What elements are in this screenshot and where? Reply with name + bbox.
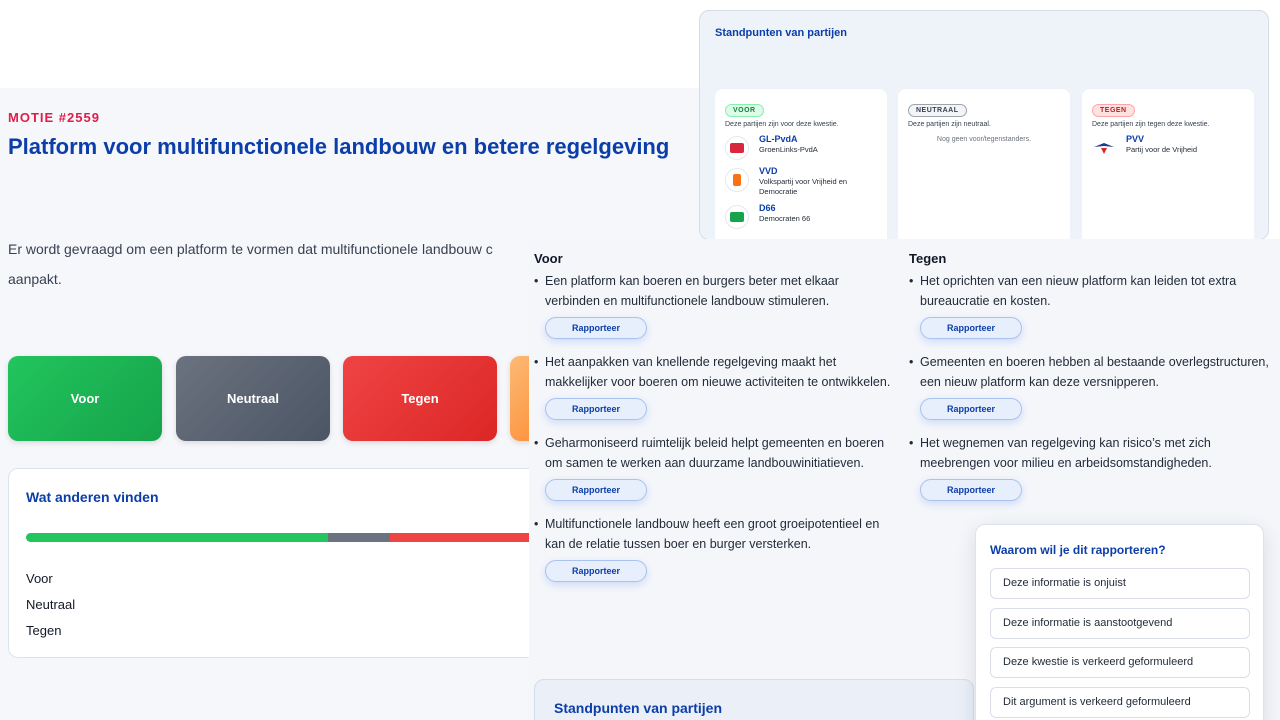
report-option-onjuist[interactable]: Deze informatie is onjuist bbox=[990, 568, 1250, 599]
argument-item: Geharmoniseerd ruimtelijk beleid helpt g… bbox=[534, 434, 894, 501]
argument-item: Multifunctionele landbouw heeft een groo… bbox=[534, 515, 894, 582]
report-reason-popup: Waarom wil je dit rapporteren? Deze info… bbox=[975, 524, 1264, 720]
party-name: D66 bbox=[759, 203, 776, 213]
party-logo-icon bbox=[725, 136, 749, 160]
vote-neutraal-button[interactable]: Neutraal bbox=[176, 356, 330, 441]
party-logo-mark bbox=[733, 174, 741, 186]
report-option-kwestie-verkeerd[interactable]: Deze kwestie is verkeerd geformuleerd bbox=[990, 647, 1250, 678]
parties-panel-title: Standpunten van partijen bbox=[715, 27, 848, 39]
neutraal-description: Deze partijen zijn neutraal. bbox=[908, 121, 991, 128]
others-opinion-card: Wat anderen vinden Voor Neutraal Tegen bbox=[8, 468, 548, 658]
neutraal-badge: NEUTRAAL bbox=[908, 104, 967, 117]
progress-neutraal-segment bbox=[327, 533, 390, 542]
report-option-aanstootgevend[interactable]: Deze informatie is aanstootgevend bbox=[990, 608, 1250, 639]
report-button[interactable]: Rapporteer bbox=[545, 317, 647, 339]
party-name: GL-PvdA bbox=[759, 134, 798, 144]
report-button[interactable]: Rapporteer bbox=[920, 317, 1022, 339]
tegen-badge: TEGEN bbox=[1092, 104, 1135, 117]
legend-voor: Voor bbox=[26, 571, 53, 586]
vote-voor-button[interactable]: Voor bbox=[8, 356, 162, 441]
party-item[interactable]: GL-PvdA GroenLinks-PvdA bbox=[725, 134, 877, 160]
report-option-argument-verkeerd[interactable]: Dit argument is verkeerd geformuleerd bbox=[990, 687, 1250, 718]
party-item[interactable]: D66 Democraten 66 bbox=[725, 203, 877, 229]
arguments-voor-heading: Voor bbox=[534, 251, 563, 266]
party-logo-icon bbox=[1092, 136, 1116, 160]
parties-panel: Standpunten van partijen VOOR Deze parti… bbox=[699, 10, 1269, 240]
argument-item: Het oprichten van een nieuw platform kan… bbox=[909, 272, 1269, 339]
party-full-name: GroenLinks-PvdA bbox=[759, 145, 818, 154]
motion-number: MOTIE #2559 bbox=[8, 110, 100, 125]
parties-neutraal-column: NEUTRAAL Deze partijen zijn neutraal. No… bbox=[898, 89, 1070, 239]
argument-item: Het aanpakken van knellende regelgeving … bbox=[534, 353, 894, 420]
motion-intro: Er wordt gevraagd om een platform te vor… bbox=[8, 241, 493, 287]
party-logo-mark bbox=[730, 143, 744, 153]
party-logo-icon bbox=[725, 168, 749, 192]
report-button[interactable]: Rapporteer bbox=[920, 479, 1022, 501]
parties-tegen-column: TEGEN Deze partijen zijn tegen deze kwes… bbox=[1082, 89, 1254, 239]
argument-text: Gemeenten en boeren hebben al bestaande … bbox=[909, 353, 1269, 392]
voor-badge: VOOR bbox=[725, 104, 764, 117]
motion-title: Platform voor multifunctionele landbouw … bbox=[8, 134, 670, 159]
report-button[interactable]: Rapporteer bbox=[920, 398, 1022, 420]
party-full-name: Volkspartij voor Vrijheid en Democratie bbox=[759, 177, 848, 196]
argument-text: Het oprichten van een nieuw platform kan… bbox=[909, 272, 1269, 311]
argument-item: Een platform kan boeren en burgers beter… bbox=[534, 272, 894, 339]
argument-text: Geharmoniseerd ruimtelijk beleid helpt g… bbox=[534, 434, 894, 473]
report-button[interactable]: Rapporteer bbox=[545, 560, 647, 582]
vote-tegen-button[interactable]: Tegen bbox=[343, 356, 497, 441]
report-button[interactable]: Rapporteer bbox=[545, 479, 647, 501]
party-name: PVV bbox=[1126, 134, 1145, 144]
party-logo-icon bbox=[725, 205, 749, 229]
party-logo-mark bbox=[730, 212, 744, 222]
others-title: Wat anderen vinden bbox=[26, 489, 159, 505]
party-item[interactable]: VVD Volkspartij voor Vrijheid en Democra… bbox=[725, 166, 877, 197]
report-popup-title: Waarom wil je dit rapporteren? bbox=[990, 543, 1166, 557]
argument-item: Het wegnemen van regelgeving kan risico’… bbox=[909, 434, 1269, 501]
argument-text: Een platform kan boeren en burgers beter… bbox=[534, 272, 894, 311]
party-item[interactable]: PVV Partij voor de Vrijheid bbox=[1092, 134, 1244, 160]
arguments-tegen-column: Tegen Het oprichten van een nieuw platfo… bbox=[909, 251, 1269, 515]
opinion-progress-bar bbox=[26, 533, 546, 542]
arguments-voor-column: Voor Een platform kan boeren en burgers … bbox=[534, 251, 894, 596]
legend-tegen: Tegen bbox=[26, 623, 62, 638]
parties-bottom-title: Standpunten van partijen bbox=[554, 700, 723, 716]
voor-description: Deze partijen zijn voor deze kwestie. bbox=[725, 121, 839, 128]
neutraal-empty-message: Nog geen voor/tegenstanders. bbox=[936, 136, 1032, 143]
progress-voor-segment bbox=[26, 533, 328, 542]
party-name: VVD bbox=[759, 166, 778, 176]
pvv-bird-icon bbox=[1094, 143, 1114, 154]
argument-text: Het wegnemen van regelgeving kan risico’… bbox=[909, 434, 1269, 473]
arguments-tegen-heading: Tegen bbox=[909, 251, 947, 266]
legend-neutraal: Neutraal bbox=[26, 597, 76, 612]
argument-text: Multifunctionele landbouw heeft een groo… bbox=[534, 515, 894, 554]
party-full-name: Democraten 66 bbox=[759, 214, 811, 223]
argument-text: Het aanpakken van knellende regelgeving … bbox=[534, 353, 894, 392]
screen: MOTIE #2559 Platform voor multifunctione… bbox=[0, 0, 1280, 720]
tegen-description: Deze partijen zijn tegen deze kwestie. bbox=[1092, 121, 1210, 128]
report-button[interactable]: Rapporteer bbox=[545, 398, 647, 420]
progress-tegen-segment bbox=[389, 533, 546, 542]
parties-bottom-card: Standpunten van partijen bbox=[534, 679, 974, 720]
parties-voor-column: VOOR Deze partijen zijn voor deze kwesti… bbox=[715, 89, 887, 239]
argument-item: Gemeenten en boeren hebben al bestaande … bbox=[909, 353, 1269, 420]
party-full-name: Partij voor de Vrijheid bbox=[1126, 145, 1198, 154]
